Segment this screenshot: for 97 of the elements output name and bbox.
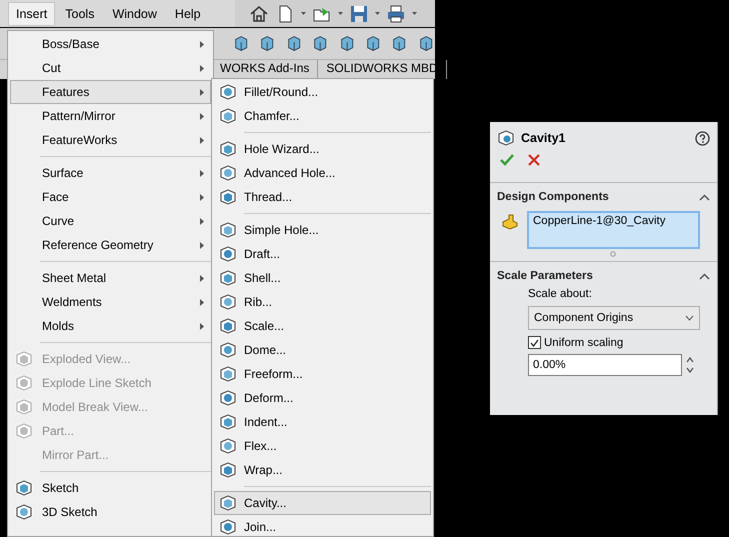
feature-icon	[219, 293, 237, 311]
cancel-icon[interactable]	[528, 154, 540, 166]
panel-title: Cavity1	[521, 131, 566, 145]
menu-item[interactable]: Wrap...	[214, 458, 431, 482]
print-icon[interactable]	[386, 4, 406, 24]
menu-item[interactable]: Reference Geometry	[10, 233, 211, 257]
menu-bar-item[interactable]: Help	[166, 2, 209, 26]
menu-item[interactable]: Fillet/Round...	[214, 80, 431, 104]
spinner-icon[interactable]	[685, 355, 695, 375]
list-box[interactable]: CopperLine-1@30_Cavity	[527, 211, 700, 249]
menu-item[interactable]: Chamfer...	[214, 104, 431, 128]
menu-item[interactable]: Sheet Metal	[10, 266, 211, 290]
menu-item[interactable]: Indent...	[214, 410, 431, 434]
submenu-arrow-icon	[200, 137, 204, 144]
scale-about-dropdown[interactable]: Component Origins	[528, 306, 700, 330]
caret-icon	[301, 11, 306, 16]
menu-item[interactable]: Shell...	[214, 266, 431, 290]
submenu-arrow-icon	[200, 323, 204, 330]
feature-icon	[219, 245, 237, 263]
menu-item[interactable]: Flex...	[214, 434, 431, 458]
submenu-arrow-icon	[200, 41, 204, 48]
save-icon[interactable]	[349, 4, 369, 24]
menu-item[interactable]: Thread...	[214, 185, 431, 209]
feature-icon	[15, 422, 33, 440]
section-heading: Design Components	[497, 191, 609, 203]
feature-icon	[219, 140, 237, 158]
menu-bar-item[interactable]: Tools	[57, 2, 102, 26]
feature-icon	[15, 374, 33, 392]
menu-bar-item[interactable]: Insert	[8, 2, 56, 26]
menu-item[interactable]: Draft...	[214, 242, 431, 266]
cavity-icon	[497, 129, 515, 147]
submenu-arrow-icon	[200, 242, 204, 249]
caret-icon	[338, 11, 343, 16]
caret-icon	[375, 11, 380, 16]
submenu-arrow-icon	[200, 299, 204, 306]
feature-icon	[15, 350, 33, 368]
scale-input-field[interactable]: 0.00%	[528, 354, 682, 376]
resize-handle-icon[interactable]	[610, 251, 616, 257]
submenu-arrow-icon	[200, 170, 204, 177]
collapse-icon[interactable]	[699, 194, 710, 201]
menu-item[interactable]: Sketch	[10, 476, 211, 500]
caret-icon	[412, 11, 417, 16]
menu-item[interactable]: Cut	[10, 56, 211, 80]
ok-check-icon[interactable]	[500, 154, 514, 166]
menu-item[interactable]: Join...	[214, 515, 431, 536]
submenu-arrow-icon	[200, 65, 204, 72]
checkbox-label: Uniform scaling	[544, 336, 624, 348]
feature-icon	[219, 83, 237, 101]
menu-item[interactable]: Advanced Hole...	[214, 161, 431, 185]
submenu-arrow-icon	[200, 275, 204, 282]
menu-item[interactable]: Weldments	[10, 290, 211, 314]
feature-icon	[219, 365, 237, 383]
help-icon[interactable]	[695, 130, 710, 146]
submenu-arrow-icon	[200, 218, 204, 225]
menu-item[interactable]: Freeform...	[214, 362, 431, 386]
menu-bar-item[interactable]: Window	[104, 2, 165, 26]
menu-item[interactable]: Features	[10, 80, 211, 104]
feature-icon	[219, 494, 237, 512]
feature-icon	[219, 107, 237, 125]
menu-item[interactable]: 3D Sketch	[10, 500, 211, 524]
menu-item[interactable]: Deform...	[214, 386, 431, 410]
feature-icon	[219, 461, 237, 479]
feature-icon	[219, 269, 237, 287]
feature-icon	[219, 341, 237, 359]
feature-icon	[219, 389, 237, 407]
component-icon	[501, 213, 519, 231]
feature-icon	[15, 503, 33, 521]
field-label: Scale about:	[528, 288, 593, 300]
feature-icon	[219, 164, 237, 182]
feature-icon	[15, 398, 33, 416]
menu-item[interactable]: FeatureWorks	[10, 128, 211, 152]
submenu-arrow-icon	[200, 194, 204, 201]
menu-item[interactable]: Dome...	[214, 338, 431, 362]
checkbox[interactable]	[528, 336, 541, 349]
menu-item[interactable]: Surface	[10, 161, 211, 185]
submenu-arrow-icon	[200, 89, 204, 96]
menu-item[interactable]: Face	[10, 185, 211, 209]
feature-icon	[219, 188, 237, 206]
feature-icon	[219, 317, 237, 335]
chevron-down-icon	[685, 315, 694, 321]
menu-item[interactable]: Pattern/Mirror	[10, 104, 211, 128]
menu-item[interactable]: Rib...	[214, 290, 431, 314]
menu-item[interactable]: Scale...	[214, 314, 431, 338]
home-icon[interactable]	[249, 4, 269, 24]
collapse-icon[interactable]	[699, 273, 710, 280]
submenu-arrow-icon	[200, 113, 204, 120]
feature-icon	[15, 479, 33, 497]
menu-item[interactable]: Molds	[10, 314, 211, 338]
menu-item[interactable]: Simple Hole...	[214, 218, 431, 242]
feature-icon	[219, 413, 237, 431]
feature-icon	[219, 518, 237, 536]
menu-item[interactable]: Cavity...	[214, 491, 431, 515]
feature-icon	[219, 221, 237, 239]
feature-icon	[219, 437, 237, 455]
menu-item[interactable]: Hole Wizard...	[214, 137, 431, 161]
section-heading: Scale Parameters	[497, 270, 593, 282]
menu-item[interactable]: Curve	[10, 209, 211, 233]
